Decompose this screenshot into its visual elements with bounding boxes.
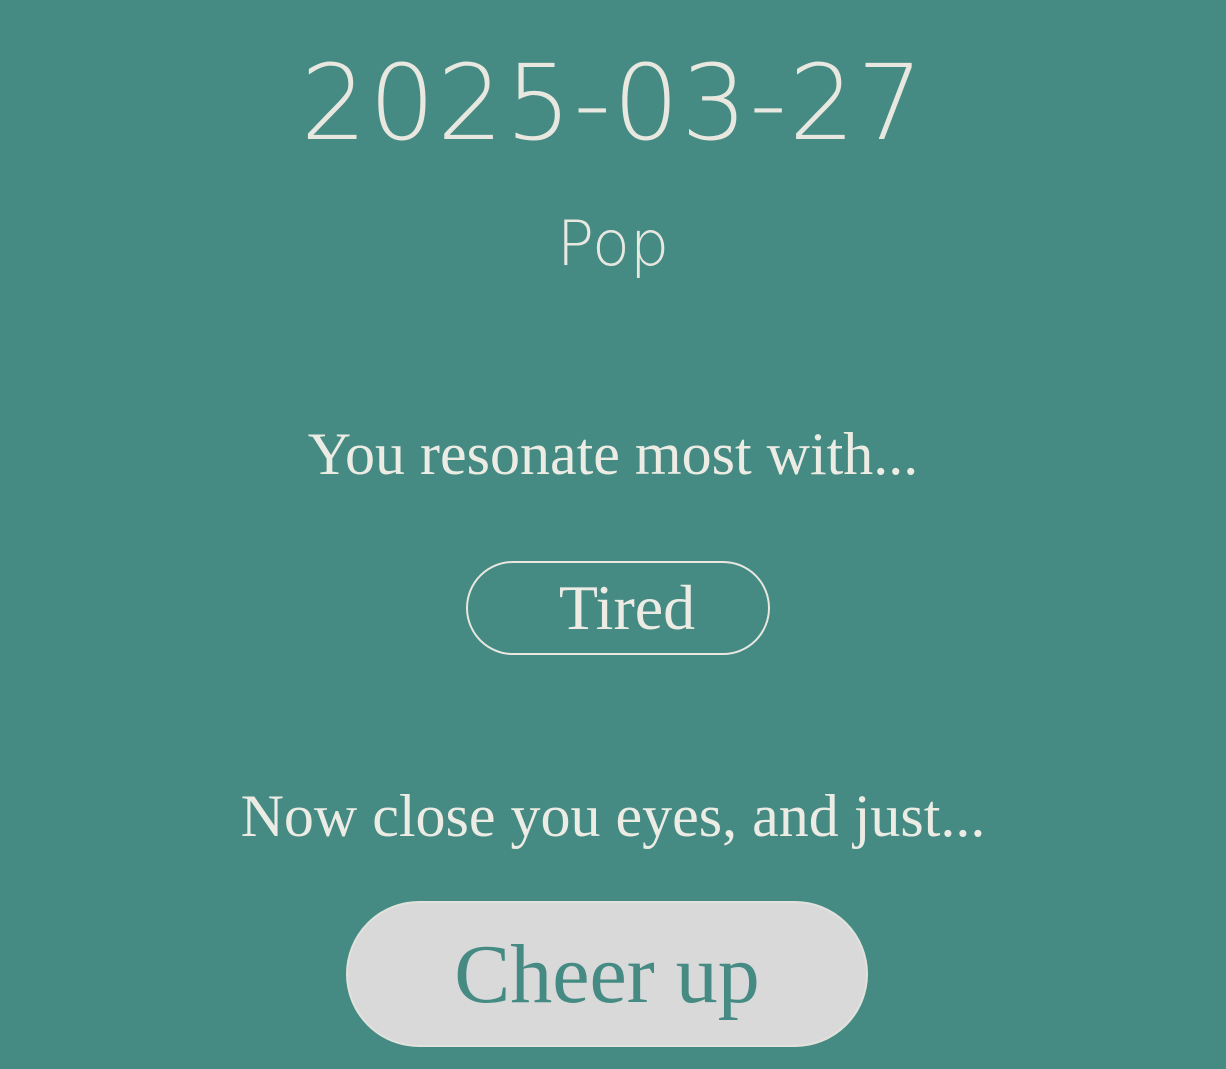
date-heading: 2025-03-27 <box>300 42 926 164</box>
cheer-up-button-label: Cheer up <box>454 927 760 1021</box>
instruction-text: Now close you eyes, and just... <box>240 783 986 849</box>
mood-badge: Tired <box>466 561 770 655</box>
cheer-up-button[interactable]: Cheer up <box>346 901 868 1047</box>
resonate-intro-text: You resonate most with... <box>307 421 919 487</box>
mood-badge-label: Tired <box>558 572 696 643</box>
genre-label: Pop <box>556 207 670 280</box>
mood-result-page: 2025-03-27 Pop You resonate most with...… <box>0 0 1226 1069</box>
